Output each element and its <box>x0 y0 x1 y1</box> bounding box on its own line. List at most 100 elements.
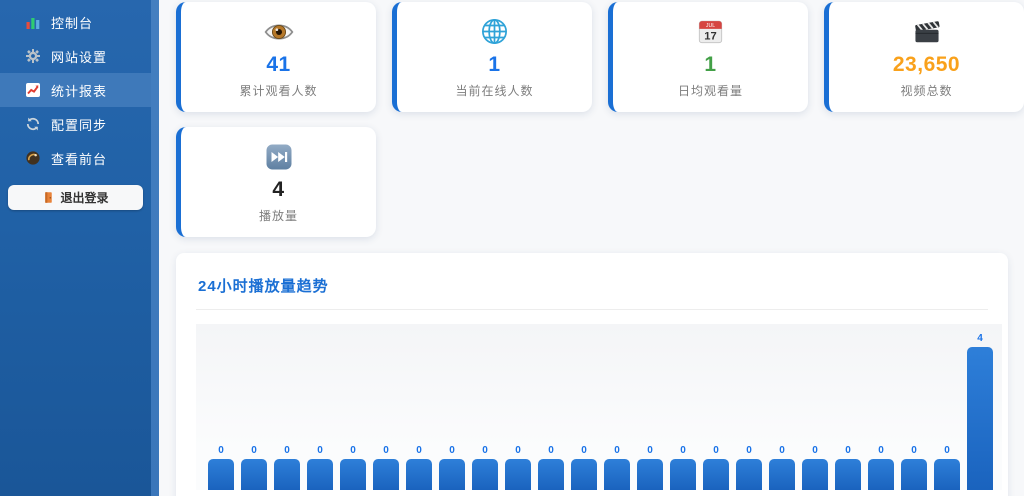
main-content: 4 1 累计观看人数 1 当前在线人数 JUL 17 1 日均观看量 23,650… <box>159 0 1024 496</box>
logout-button[interactable]: 退出登录 <box>8 185 143 210</box>
bar-value-label: 0 <box>845 445 851 456</box>
stat-label: 播放量 <box>258 208 298 223</box>
logout-button-label: 退出登录 <box>60 191 109 205</box>
sync-icon <box>25 116 41 132</box>
bar <box>571 459 597 490</box>
bar-group: 0 <box>769 445 795 490</box>
sidebar-edge <box>151 0 159 496</box>
bar-group: 0 <box>274 445 300 490</box>
chart-title: 24小时播放量趋势 <box>198 278 329 295</box>
bar <box>934 459 960 490</box>
stat-value: 23,650 <box>892 52 961 76</box>
bar <box>835 459 861 490</box>
bar <box>901 459 927 490</box>
bar-value-label: 0 <box>515 445 521 456</box>
bar-group: 4 <box>967 333 993 490</box>
sidebar-item-view-frontend[interactable]: 查看前台 <box>0 141 151 175</box>
bar-group: 0 <box>802 445 828 490</box>
sidebar-item-label: 网站设置 <box>51 49 108 65</box>
sidebar: 控制台 网站设置 统计报表 配置同步 查看前台 退出登录 <box>0 0 151 496</box>
bar-group: 0 <box>538 445 564 490</box>
bar-value-label: 0 <box>548 445 554 456</box>
bar-group: 0 <box>439 445 465 490</box>
bar-value-label: 0 <box>251 445 257 456</box>
sidebar-item-statistics[interactable]: 统计报表 <box>0 73 151 107</box>
stat-label: 日均观看量 <box>677 83 743 98</box>
next-track-icon <box>264 141 294 173</box>
calendar-icon: JUL 17 <box>695 16 726 48</box>
clapperboard-icon <box>911 16 943 48</box>
bar-value-label: 0 <box>449 445 455 456</box>
sidebar-item-console[interactable]: 控制台 <box>0 5 151 39</box>
bar-group: 0 <box>736 445 762 490</box>
eye-icon <box>263 16 295 48</box>
sidebar-menu: 控制台 网站设置 统计报表 配置同步 查看前台 <box>0 0 151 175</box>
stat-label: 当前在线人数 <box>455 83 534 98</box>
bar-value-label: 0 <box>482 445 488 456</box>
bar-value-label: 0 <box>383 445 389 456</box>
bar-group: 0 <box>505 445 531 490</box>
bar-value-label: 0 <box>317 445 323 456</box>
bar-chart: 0 0 0 0 0 0 0 0 0 0 0 0 0 0 0 0 0 0 0 0 0 0 0 4 <box>196 324 1002 490</box>
bar <box>373 459 399 490</box>
bar <box>439 459 465 490</box>
bar <box>505 459 531 490</box>
stat-label: 视频总数 <box>900 83 953 98</box>
stat-value: 4 <box>272 177 285 201</box>
bar-value-label: 0 <box>878 445 884 456</box>
stat-value: 1 <box>488 52 501 76</box>
stat-cards-row-1: 41 累计观看人数 1 当前在线人数 JUL 17 1 日均观看量 23,650… <box>176 2 1024 112</box>
bar-group: 0 <box>241 445 267 490</box>
bar <box>967 347 993 490</box>
bar <box>274 459 300 490</box>
sidebar-item-label: 统计报表 <box>51 83 108 99</box>
gear-icon <box>25 48 41 64</box>
bar <box>307 459 333 490</box>
sidebar-item-label: 配置同步 <box>51 117 108 133</box>
bar-group: 0 <box>670 445 696 490</box>
bar-group: 0 <box>406 445 432 490</box>
bar-value-label: 0 <box>779 445 785 456</box>
stat-card-play-count: 4 播放量 <box>176 127 376 237</box>
stat-card-online-users: 1 当前在线人数 <box>392 2 592 112</box>
bar-group: 0 <box>868 445 894 490</box>
chart-card: 24小时播放量趋势 0 0 0 0 0 0 0 0 0 0 0 0 0 0 0 0 0 0 0 0 0 0 0 4 <box>176 253 1008 496</box>
bar-chart-icon <box>25 14 41 30</box>
bar-group: 0 <box>901 445 927 490</box>
bar <box>538 459 564 490</box>
stat-card-total-videos: 23,650 视频总数 <box>824 2 1024 112</box>
bar <box>604 459 630 490</box>
bar-value-label: 0 <box>647 445 653 456</box>
sidebar-item-label: 控制台 <box>51 15 94 31</box>
bar-group: 0 <box>373 445 399 490</box>
sidebar-item-config-sync[interactable]: 配置同步 <box>0 107 151 141</box>
bar-value-label: 0 <box>218 445 224 456</box>
globe-icon <box>479 16 510 48</box>
line-chart-icon <box>25 82 41 98</box>
sidebar-item-label: 查看前台 <box>51 151 108 167</box>
bar-group: 0 <box>208 445 234 490</box>
view-site-icon <box>25 150 41 166</box>
bar <box>208 459 234 490</box>
bar <box>637 459 663 490</box>
bar <box>703 459 729 490</box>
bar <box>736 459 762 490</box>
bar <box>670 459 696 490</box>
stat-label: 累计观看人数 <box>239 83 318 98</box>
stat-cards-row-2: 4 播放量 <box>176 127 1024 237</box>
bar-value-label: 4 <box>977 333 983 344</box>
bar-group: 0 <box>340 445 366 490</box>
sidebar-item-site-settings[interactable]: 网站设置 <box>0 39 151 73</box>
bar <box>406 459 432 490</box>
bar-group: 0 <box>604 445 630 490</box>
bar-group: 0 <box>934 445 960 490</box>
bar-value-label: 0 <box>746 445 752 456</box>
bar-group: 0 <box>637 445 663 490</box>
bar-value-label: 0 <box>416 445 422 456</box>
bar-value-label: 0 <box>284 445 290 456</box>
bar-group: 0 <box>571 445 597 490</box>
bar <box>472 459 498 490</box>
bar-group: 0 <box>835 445 861 490</box>
bar-value-label: 0 <box>614 445 620 456</box>
bar-group: 0 <box>472 445 498 490</box>
